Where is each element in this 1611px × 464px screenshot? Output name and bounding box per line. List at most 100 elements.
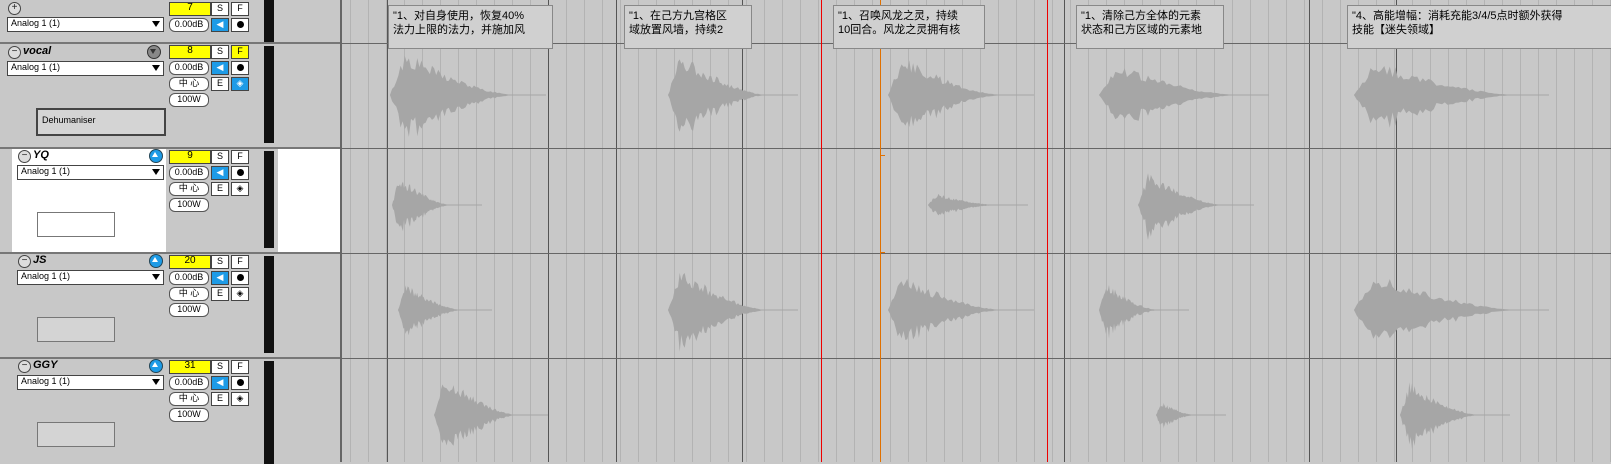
audio-waveform[interactable] xyxy=(392,181,452,232)
pan-display[interactable]: 中 心 xyxy=(169,182,209,196)
monitor-icon[interactable]: ◈ xyxy=(231,287,249,301)
plugin-slot[interactable] xyxy=(37,422,115,447)
speaker-icon[interactable]: ◀ xyxy=(211,61,229,75)
pan-display[interactable]: 中 心 xyxy=(169,287,209,301)
audio-waveform[interactable] xyxy=(1354,279,1519,339)
fx-button[interactable]: F xyxy=(231,150,249,164)
record-dot-icon[interactable] xyxy=(231,166,249,180)
arrow-up-icon[interactable] xyxy=(149,254,163,268)
record-dot-icon[interactable] xyxy=(231,271,249,285)
solo-button[interactable]: S xyxy=(211,2,229,16)
edit-button[interactable]: E xyxy=(211,77,229,91)
input-select[interactable]: Analog 1 (1) xyxy=(17,270,164,285)
track-name[interactable]: GGY xyxy=(33,359,57,371)
arrow-up-icon[interactable] xyxy=(149,149,163,163)
speaker-icon[interactable]: ◀ xyxy=(211,166,229,180)
record-dot-icon[interactable] xyxy=(231,18,249,32)
track-name[interactable]: JS xyxy=(33,254,46,266)
audio-waveform[interactable] xyxy=(1156,402,1196,429)
arrow-up-icon[interactable] xyxy=(149,359,163,373)
waveform-baseline xyxy=(1400,414,1510,416)
input-select-value: Analog 1 (1) xyxy=(21,376,71,386)
chevron-down-icon xyxy=(152,169,160,175)
gain-display[interactable]: 0.00dB xyxy=(169,166,209,180)
fx-button[interactable]: F xyxy=(231,360,249,374)
audio-waveform[interactable] xyxy=(1099,284,1159,339)
width-display[interactable]: 100W xyxy=(169,303,209,317)
record-dot-icon[interactable] xyxy=(231,376,249,390)
gain-display[interactable]: 0.00dB xyxy=(169,376,209,390)
monitor-icon[interactable]: ◈ xyxy=(231,77,249,91)
fx-button[interactable]: F xyxy=(231,45,249,59)
record-dot-icon[interactable] xyxy=(231,61,249,75)
gain-display[interactable]: 0.00dB xyxy=(169,18,209,32)
solo-button[interactable]: S xyxy=(211,255,229,269)
monitor-icon[interactable]: ◈ xyxy=(231,392,249,406)
waveform-baseline xyxy=(1354,94,1549,96)
track-name-area[interactable]: − vocal Analog 1 (1) Dehumaniser xyxy=(0,44,167,147)
waveform-baseline xyxy=(1138,204,1254,206)
input-select-value: Analog 1 (1) xyxy=(11,62,61,72)
volume-number[interactable]: 20 xyxy=(169,255,211,269)
waveform-baseline xyxy=(1099,94,1269,96)
gain-display[interactable]: 0.00dB xyxy=(169,271,209,285)
audio-waveform[interactable] xyxy=(390,55,516,137)
track-js[interactable]: − JS Analog 1 (1) 20 S F 0.00dB ◀ 中 心 E … xyxy=(0,254,340,357)
fx-button[interactable]: F xyxy=(231,255,249,269)
solo-button[interactable]: S xyxy=(211,150,229,164)
track-name-area[interactable]: + Analog 1 (1) xyxy=(0,0,167,43)
input-select[interactable]: Analog 1 (1) xyxy=(7,61,164,76)
track-name-area[interactable]: − JS Analog 1 (1) xyxy=(12,254,167,357)
collapse-icon[interactable]: − xyxy=(18,255,31,268)
solo-button[interactable]: S xyxy=(211,45,229,59)
track-0[interactable]: + Analog 1 (1) 7 S F 0.00dB ◀ xyxy=(0,0,340,43)
collapse-icon[interactable]: − xyxy=(8,46,21,59)
plugin-slot[interactable]: Dehumaniser xyxy=(36,108,166,136)
plugin-slot[interactable] xyxy=(37,212,115,237)
input-select[interactable]: Analog 1 (1) xyxy=(17,165,164,180)
speaker-icon[interactable]: ◀ xyxy=(211,376,229,390)
edit-button[interactable]: E xyxy=(211,287,229,301)
level-meter xyxy=(264,46,274,143)
audio-waveform[interactable] xyxy=(888,278,1004,340)
plugin-slot[interactable] xyxy=(37,317,115,342)
input-select[interactable]: Analog 1 (1) xyxy=(17,375,164,390)
track-yq[interactable]: − YQ Analog 1 (1) 9 S F 0.00dB ◀ 中 心 E ◈… xyxy=(0,149,340,252)
volume-number[interactable]: 9 xyxy=(169,150,211,164)
edit-button[interactable]: E xyxy=(211,392,229,406)
track-name[interactable]: YQ xyxy=(33,149,49,161)
arrange-view[interactable]: "1、对自身使用，恢复40% 法力上限的法力，并施加风 "1、在己方九宫格区 域… xyxy=(340,0,1611,462)
arrow-down-icon[interactable] xyxy=(147,45,161,59)
track-name-area[interactable]: − YQ Analog 1 (1) xyxy=(12,149,167,252)
solo-button[interactable]: S xyxy=(211,360,229,374)
track-vocal[interactable]: − vocal Analog 1 (1) Dehumaniser 8 S F 0… xyxy=(0,44,340,147)
volume-number[interactable]: 31 xyxy=(169,360,211,374)
edit-button[interactable]: E xyxy=(211,182,229,196)
audio-waveform[interactable] xyxy=(668,59,768,132)
audio-waveform[interactable] xyxy=(888,60,1004,128)
speaker-icon[interactable]: ◀ xyxy=(211,18,229,32)
audio-waveform[interactable] xyxy=(668,272,768,352)
width-display[interactable]: 100W xyxy=(169,198,209,212)
pan-display[interactable]: 中 心 xyxy=(169,392,209,406)
input-select[interactable]: Analog 1 (1) xyxy=(7,17,164,32)
volume-number[interactable]: 8 xyxy=(169,45,211,59)
expand-icon[interactable]: + xyxy=(8,2,21,15)
audio-waveform[interactable] xyxy=(1354,66,1519,128)
monitor-icon[interactable]: ◈ xyxy=(231,182,249,196)
track-ggy[interactable]: − GGY Analog 1 (1) 31 S F 0.00dB ◀ 中 心 E… xyxy=(0,359,340,464)
collapse-icon[interactable]: − xyxy=(18,360,31,373)
track-name[interactable]: vocal xyxy=(23,45,51,57)
speaker-icon[interactable]: ◀ xyxy=(211,271,229,285)
width-display[interactable]: 100W xyxy=(169,93,209,107)
audio-waveform[interactable] xyxy=(1138,173,1224,240)
track-name-area[interactable]: − GGY Analog 1 (1) xyxy=(12,359,167,462)
width-display[interactable]: 100W xyxy=(169,408,209,422)
pan-display[interactable]: 中 心 xyxy=(169,77,209,91)
fx-button[interactable]: F xyxy=(231,2,249,16)
volume-number[interactable]: 7 xyxy=(169,2,211,16)
audio-waveform[interactable] xyxy=(1400,382,1480,449)
collapse-icon[interactable]: − xyxy=(18,150,31,163)
gain-display[interactable]: 0.00dB xyxy=(169,61,209,75)
track-spacer xyxy=(278,44,340,147)
